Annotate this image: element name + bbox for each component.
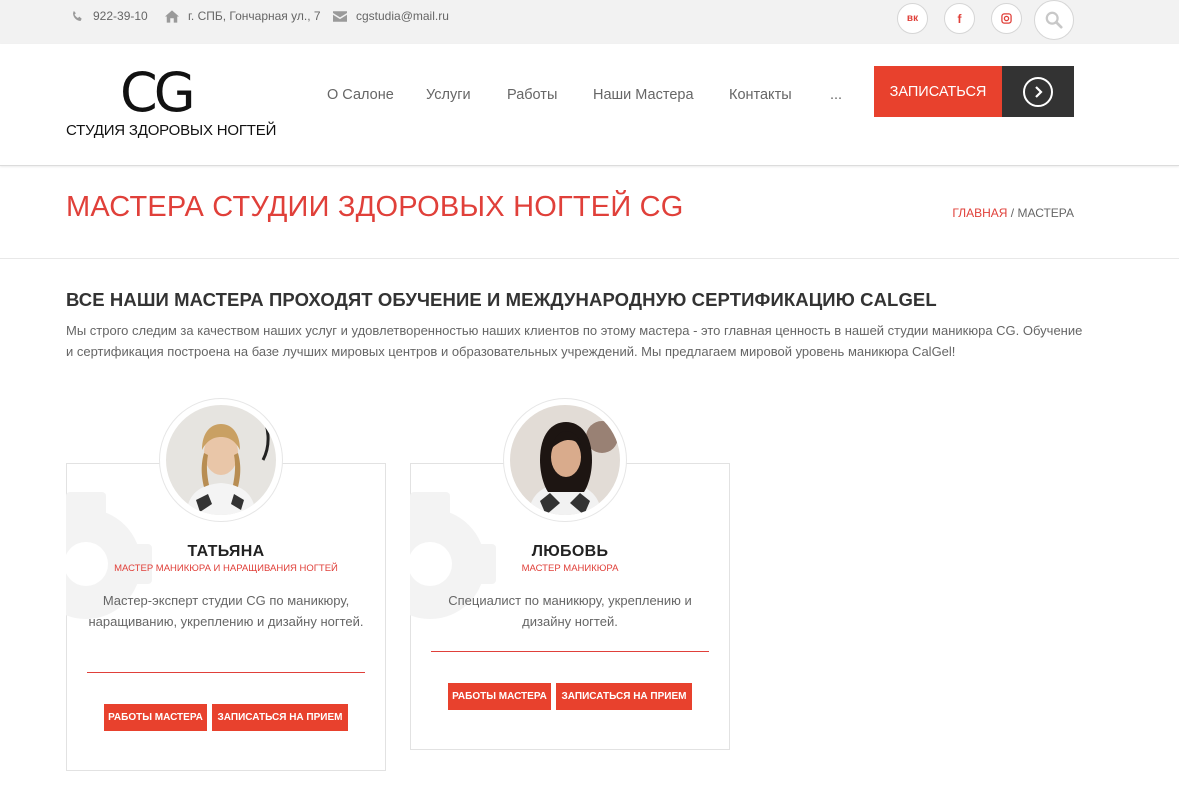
instagram-glyph: [1001, 13, 1012, 24]
phone-text: 922-39-10: [93, 9, 148, 23]
master-photo: [510, 405, 620, 515]
breadcrumb: ГЛАВНАЯ / МАСТЕРА: [952, 206, 1074, 220]
intro-heading: ВСЕ НАШИ МАСТЕРА ПРОХОДЯТ ОБУЧЕНИЕ И МЕЖ…: [66, 289, 937, 310]
instagram-icon[interactable]: [991, 3, 1022, 34]
card-divider: [87, 672, 365, 673]
envelope-icon: [333, 10, 347, 22]
logo-letters: CG: [120, 61, 196, 124]
master-name: ЛЮБОВЬ: [531, 543, 609, 560]
search-button[interactable]: [1034, 0, 1074, 40]
facebook-glyph: f: [957, 11, 962, 26]
search-icon: [1045, 11, 1063, 29]
card-divider: [431, 651, 709, 652]
site-logo[interactable]: CG СТУДИЯ ЗДОРОВЫХ НОГТЕЙ: [66, 61, 277, 146]
title-divider: [0, 258, 1179, 259]
breadcrumb-separator: /: [1007, 206, 1018, 220]
master-photo-frame: [503, 398, 627, 522]
nav-about[interactable]: О Салоне: [327, 87, 394, 103]
booking-button-label: ЗАПИСАТЬСЯ: [874, 66, 1002, 117]
nav-more[interactable]: ...: [830, 87, 842, 103]
breadcrumb-home[interactable]: ГЛАВНАЯ: [952, 206, 1007, 220]
master-works-button[interactable]: РАБОТЫ МАСТЕРА: [104, 704, 207, 731]
facebook-icon[interactable]: f: [944, 3, 975, 34]
master-role: Мастер маникюра: [521, 563, 619, 574]
site-header: CG СТУДИЯ ЗДОРОВЫХ НОГТЕЙ О Салоне Услуг…: [0, 44, 1179, 166]
master-photo: [166, 405, 276, 515]
page-title: МАСТЕРА СТУДИИ ЗДОРОВЫХ НОГТЕЙ CG: [66, 191, 684, 223]
master-role: Мастер маникюра и наращивания ногтей: [114, 563, 338, 574]
top-bar: 922-39-10 г. СПБ, Гончарная ул., 7 cgstu…: [0, 0, 1179, 44]
vk-glyph: вк: [906, 13, 919, 24]
email-text: cgstudia@mail.ru: [356, 9, 449, 23]
email-contact[interactable]: cgstudia@mail.ru: [333, 9, 449, 23]
master-photo-frame: [159, 398, 283, 522]
address-text: г. СПБ, Гончарная ул., 7: [188, 9, 321, 23]
master-works-button[interactable]: РАБОТЫ МАСТЕРА: [448, 683, 551, 710]
booking-button[interactable]: ЗАПИСАТЬСЯ: [874, 66, 1074, 117]
nav-works[interactable]: Работы: [507, 87, 557, 103]
chevron-right-icon: [1023, 76, 1053, 107]
nav-services[interactable]: Услуги: [426, 87, 471, 103]
booking-arrow: [1002, 66, 1074, 117]
master-book-button[interactable]: ЗАПИСАТЬСЯ НА ПРИЕМ: [212, 704, 348, 731]
master-description: Специалист по маникюру, укреплению и диз…: [448, 593, 692, 629]
logo-subtitle: СТУДИЯ ЗДОРОВЫХ НОГТЕЙ: [66, 122, 277, 139]
nav-contacts[interactable]: Контакты: [729, 87, 792, 103]
intro-text: Мы строго следим за качеством наших услу…: [66, 323, 1083, 359]
vk-icon[interactable]: вк: [897, 3, 928, 34]
address-contact: г. СПБ, Гончарная ул., 7: [165, 9, 321, 23]
phone-icon: [73, 10, 82, 21]
phone-contact[interactable]: 922-39-10: [71, 9, 148, 23]
master-book-button[interactable]: ЗАПИСАТЬСЯ НА ПРИЕМ: [556, 683, 692, 710]
breadcrumb-current: МАСТЕРА: [1017, 206, 1074, 220]
master-description: Мастер-эксперт студии CG по маникюру, на…: [88, 593, 364, 629]
nav-masters[interactable]: Наши Мастера: [593, 87, 694, 103]
home-icon: [165, 9, 179, 23]
master-name: ТАТЬЯНА: [187, 543, 265, 560]
